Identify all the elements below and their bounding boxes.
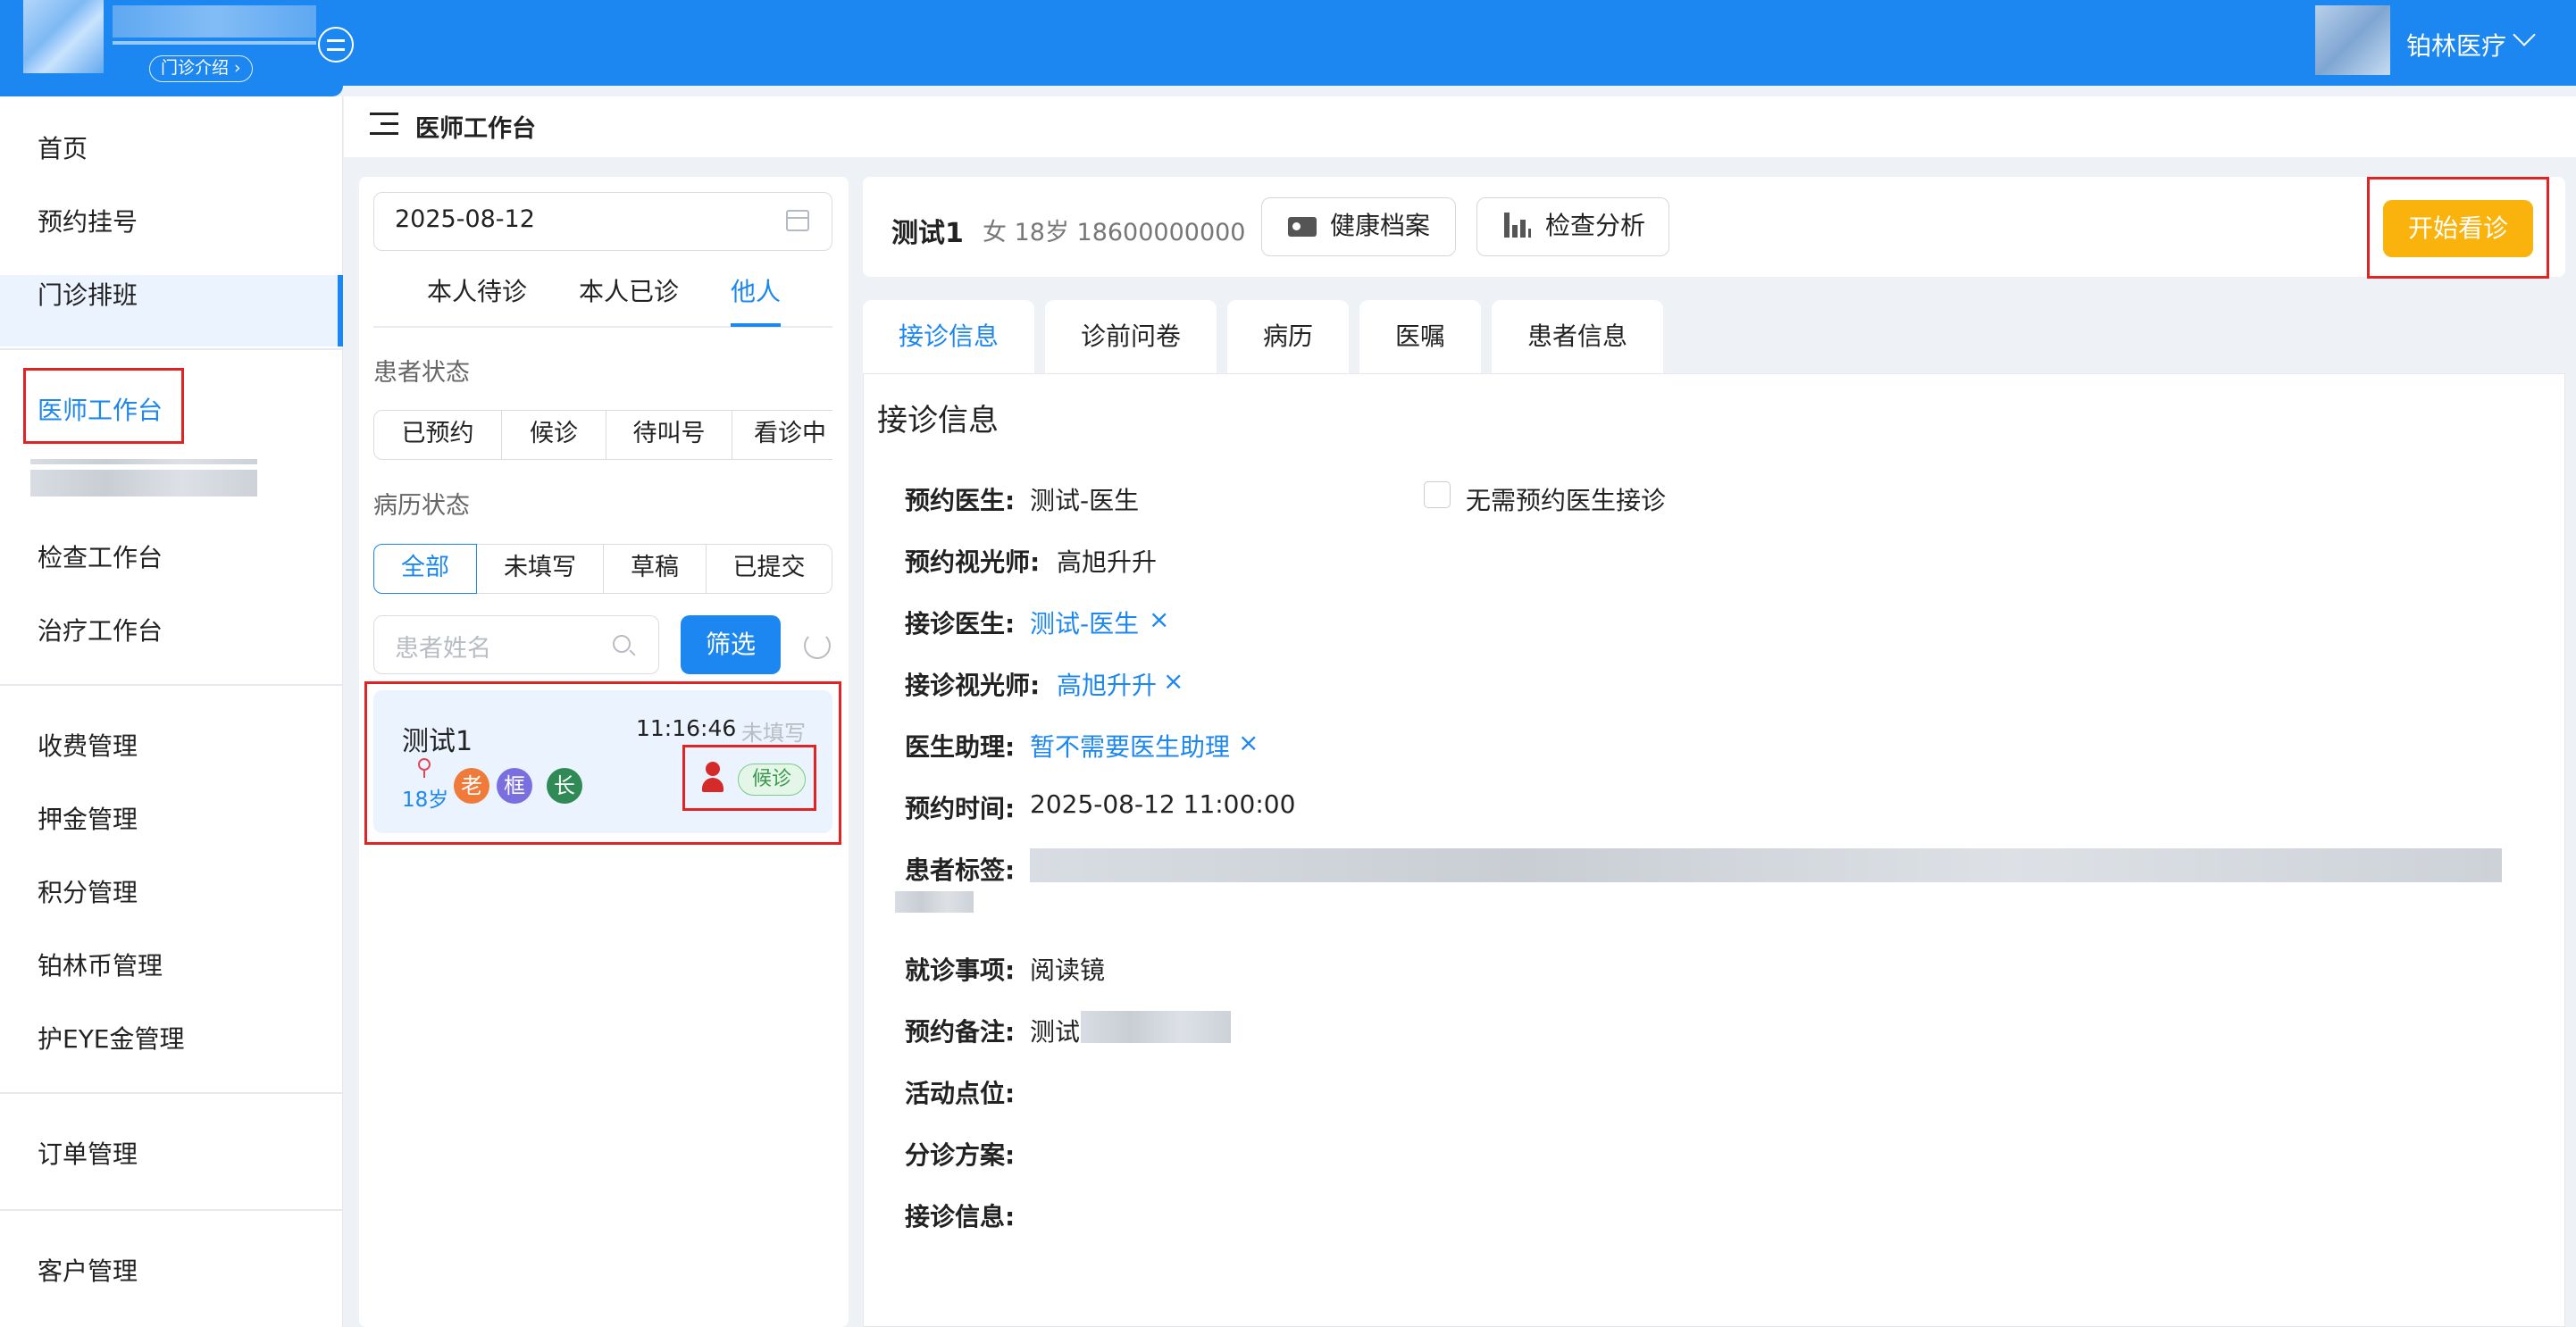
top-bar [0, 0, 2576, 86]
record-status-submitted[interactable]: 已提交 [706, 544, 832, 594]
patient-status-waiting[interactable]: 候诊 [501, 410, 606, 460]
bar-chart-icon [1504, 213, 1531, 238]
sidebar-item-home[interactable]: 首页 [38, 129, 88, 165]
patient-status-in-visit[interactable]: 看诊中 [732, 410, 832, 460]
record-status-unfilled[interactable]: 未填写 [476, 544, 604, 594]
field-label-visit-item: 就诊事项: [905, 956, 1016, 985]
field-value-appt-optometrist: 高旭升升 [1057, 547, 1158, 577]
remove-doctor-assistant-icon[interactable]: × [1238, 728, 1259, 757]
patient-status-label: 患者状态 [373, 359, 470, 387]
field-label-reception-info: 接诊信息: [905, 1202, 1016, 1231]
sidebar-item-coins[interactable]: 铂林币管理 [38, 947, 163, 982]
refresh-icon[interactable] [804, 632, 831, 659]
clinic-logo [23, 0, 104, 73]
calendar-icon[interactable] [786, 210, 809, 231]
patient-status-booked[interactable]: 已预约 [373, 410, 502, 460]
field-label-appt-doctor: 预约医生: [905, 486, 1016, 515]
tab-orders[interactable]: 医嘱 [1359, 300, 1481, 373]
tab-active-underline [731, 323, 781, 327]
tab-own-done[interactable]: 本人已诊 [579, 272, 679, 308]
field-label-reception-optometrist: 接诊视光师: [905, 671, 1041, 700]
field-value-appt-note: 测试 [1030, 1017, 1081, 1047]
sidebar-header-tab [0, 86, 343, 96]
field-label-patient-tags: 患者标签: [905, 855, 1016, 885]
field-label-reception-doctor: 接诊医生: [905, 609, 1016, 638]
sidebar-item-appointment[interactable]: 预约挂号 [38, 203, 138, 238]
search-icon[interactable] [613, 635, 631, 653]
record-status-label: 病历状态 [373, 492, 470, 520]
annotation-box-patient-card [364, 681, 841, 845]
health-record-label: 健康档案 [1330, 211, 1431, 240]
sidebar-divider [0, 348, 343, 350]
field-label-activity-point: 活动点位: [905, 1079, 1016, 1108]
redacted-patient-tags [1030, 848, 2502, 882]
tab-patient-info[interactable]: 患者信息 [1492, 300, 1663, 373]
sidebar-item-billing[interactable]: 收费管理 [38, 727, 138, 763]
no-appt-doctor-checkbox[interactable] [1424, 481, 1451, 508]
sidebar-item-deposit[interactable]: 押金管理 [38, 800, 138, 836]
redacted-patient-tags-overflow [895, 891, 974, 913]
clinic-intro-link[interactable]: 门诊介绍 › [149, 55, 253, 82]
sidebar-divider [0, 1092, 343, 1094]
patient-name: 测试1 [891, 218, 964, 249]
sidebar-divider [0, 684, 343, 686]
section-title: 接诊信息 [877, 403, 999, 438]
field-value-appt-doctor: 测试-医生 [1030, 486, 1140, 515]
sidebar-item-customers[interactable]: 客户管理 [38, 1252, 138, 1288]
tab-own-pending[interactable]: 本人待诊 [427, 272, 527, 308]
remove-reception-doctor-icon[interactable]: × [1149, 605, 1169, 634]
no-appt-doctor-label[interactable]: 无需预约医生接诊 [1466, 481, 1666, 517]
sidebar-item-exam-workbench[interactable]: 检查工作台 [38, 538, 163, 574]
id-card-icon [1288, 217, 1317, 237]
exam-analysis-label: 检查分析 [1545, 211, 1646, 240]
field-value-reception-doctor[interactable]: 测试-医生 [1030, 605, 1139, 640]
sidebar-divider [0, 1209, 343, 1211]
patient-status-to-call[interactable]: 待叫号 [606, 410, 732, 460]
sidebar-item-orders[interactable]: 订单管理 [38, 1135, 138, 1171]
field-label-doctor-assistant: 医生助理: [905, 732, 1016, 762]
tab-medical-record[interactable]: 病历 [1227, 300, 1349, 373]
logo-divider [113, 41, 316, 45]
redacted-sidebar-item [30, 470, 257, 497]
date-value: 2025-08-12 [395, 205, 535, 233]
remove-reception-optometrist-icon[interactable]: × [1163, 666, 1183, 696]
sidebar-active-indicator [338, 275, 343, 346]
field-value-doctor-assistant[interactable]: 暂不需要医生助理 [1030, 728, 1230, 764]
tab-reception-info[interactable]: 接诊信息 [863, 300, 1034, 373]
field-value-reception-optometrist[interactable]: 高旭升升 [1057, 666, 1157, 702]
switch-clinic-icon[interactable] [318, 27, 354, 63]
field-value-visit-item: 阅读镜 [1030, 956, 1106, 985]
patient-info: 女 18岁 18600000000 [983, 219, 1246, 246]
annotation-box-start-button [2367, 177, 2549, 279]
sidebar-item-points[interactable]: 积分管理 [38, 873, 138, 909]
avatar[interactable] [2315, 5, 2390, 75]
record-status-draft[interactable]: 草稿 [603, 544, 707, 594]
field-label-appt-optometrist: 预约视光师: [905, 547, 1041, 577]
clinic-name-redacted [113, 5, 316, 38]
page-header [344, 96, 2576, 157]
sidebar-item-eye-fund[interactable]: 护EYE金管理 [38, 1020, 185, 1056]
menu-fold-icon[interactable] [370, 113, 398, 136]
annotation-box-sidebar [23, 368, 184, 444]
filter-button[interactable]: 筛选 [681, 615, 781, 674]
redacted-appt-note [1081, 1011, 1231, 1043]
redacted-text [30, 459, 257, 464]
search-placeholder: 患者姓名 [395, 635, 491, 663]
field-label-appt-note: 预约备注: [905, 1017, 1016, 1047]
tab-pre-visit-questionnaire[interactable]: 诊前问卷 [1045, 300, 1217, 373]
sidebar-item-schedule[interactable]: 门诊排班 [38, 276, 138, 312]
clinic-intro-label: 门诊介绍 [161, 58, 230, 78]
tab-others[interactable]: 他人 [731, 272, 781, 308]
sidebar-item-treatment-workbench[interactable]: 治疗工作台 [38, 612, 163, 647]
field-value-appt-time: 2025-08-12 11:00:00 [1030, 789, 1296, 819]
org-name[interactable]: 铂林医疗 [2406, 27, 2506, 63]
page-title: 医师工作台 [415, 115, 536, 143]
field-label-triage-plan: 分诊方案: [905, 1140, 1016, 1170]
field-label-appt-time: 预约时间: [905, 794, 1016, 823]
record-status-all[interactable]: 全部 [373, 544, 477, 594]
